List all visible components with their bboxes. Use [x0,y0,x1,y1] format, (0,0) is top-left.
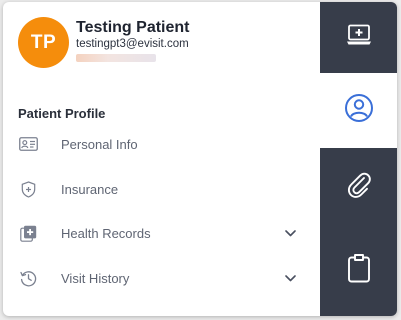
history-icon [18,268,38,288]
menu-item-health-records[interactable]: Health Records [3,211,320,255]
rail-tab-forms[interactable] [320,224,397,316]
app-frame: TP Testing Patient testingpt3@evisit.com… [0,0,401,320]
paperclip-icon [346,170,372,203]
menu-item-label: Insurance [61,181,119,197]
profile-panel: TP Testing Patient testingpt3@evisit.com… [3,2,397,316]
chevron-down-icon[interactable] [283,226,297,240]
user-email: testingpt3@evisit.com [76,38,189,50]
menu-item-insurance[interactable]: Insurance [3,167,320,211]
avatar[interactable]: TP [18,17,69,68]
chevron-down-icon[interactable] [283,271,297,285]
user-circle-icon [344,93,374,128]
rail-tab-attachments[interactable] [320,148,397,224]
menu-item-visit-history[interactable]: Visit History [3,256,320,300]
shield-plus-icon [18,179,38,199]
medical-records-icon [18,223,38,243]
rail-tab-profile[interactable] [320,73,397,148]
redacted-field [76,54,156,62]
menu-item-personal-info[interactable]: Personal Info [3,122,320,166]
id-card-icon [18,134,38,154]
menu-item-label: Health Records [61,225,151,241]
side-rail [320,2,397,316]
menu-item-label: Personal Info [61,136,138,152]
profile-header: TP Testing Patient testingpt3@evisit.com [3,2,320,92]
avatar-initials: TP [30,31,57,53]
user-name: Testing Patient [76,19,190,36]
section-title: Patient Profile [18,106,106,121]
telehealth-laptop-icon [346,24,372,51]
clipboard-icon [347,253,371,288]
menu-item-label: Visit History [61,270,130,286]
rail-tab-telehealth[interactable] [320,2,397,73]
